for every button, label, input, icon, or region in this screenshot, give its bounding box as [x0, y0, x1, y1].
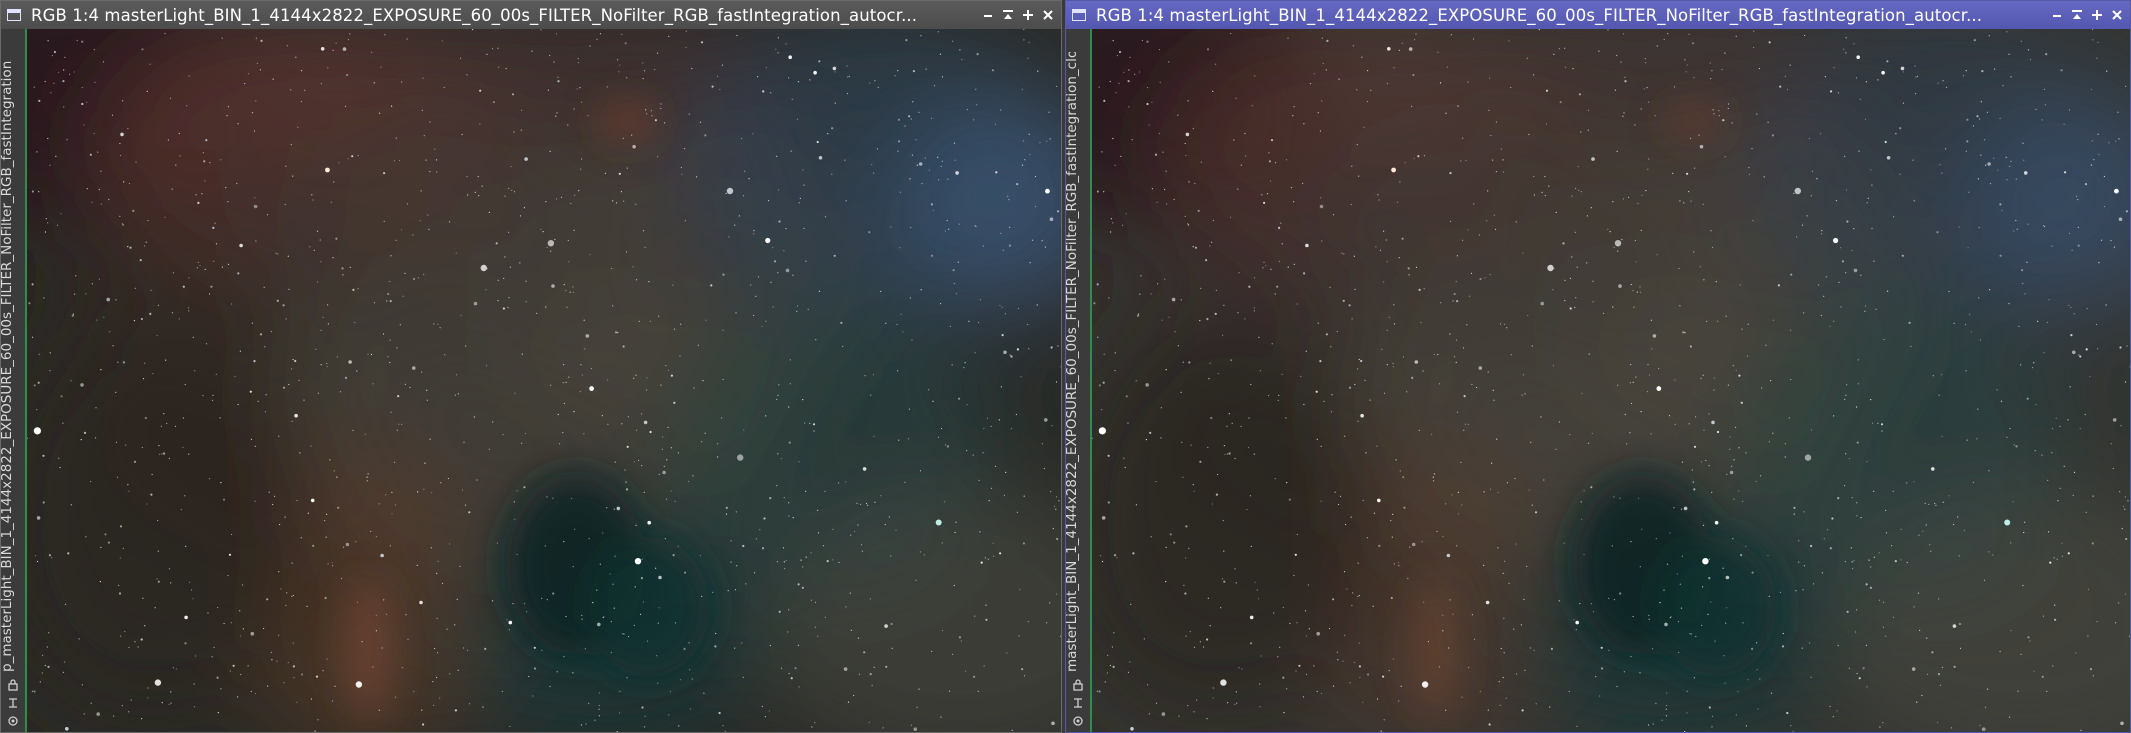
lock-icon[interactable]: [1070, 678, 1086, 692]
astro-image-view[interactable]: [27, 29, 1061, 732]
settings-icon[interactable]: [5, 714, 21, 728]
shade-icon[interactable]: [1001, 7, 1015, 23]
window-titlebar[interactable]: RGB 1:4 masterLight_BIN_1_4144x2822_EXPO…: [1, 1, 1061, 29]
window-title: RGB 1:4 masterLight_BIN_1_4144x2822_EXPO…: [31, 5, 918, 25]
image-identifier-label: masterLight_BIN_1_4144x2822_EXPOSURE_60_…: [1066, 52, 1079, 672]
tool-icon[interactable]: [5, 696, 21, 710]
window-icon: [7, 9, 21, 21]
tool-icon[interactable]: [1070, 696, 1086, 710]
image-identifier-label: p_masterLight_BIN_1_4144x2822_EXPOSURE_6…: [1, 60, 14, 672]
maximize-icon[interactable]: [1021, 7, 1035, 23]
window-title: RGB 1:4 masterLight_BIN_1_4144x2822_EXPO…: [1096, 5, 1983, 25]
image-side-panel: masterLight_BIN_1_4144x2822_EXPOSURE_60_…: [1066, 29, 1092, 732]
nebula-image: [27, 29, 1061, 732]
settings-icon[interactable]: [1070, 714, 1086, 728]
image-side-panel: p_masterLight_BIN_1_4144x2822_EXPOSURE_6…: [1, 29, 27, 732]
nebula-image: [1092, 29, 2130, 732]
minimize-icon[interactable]: [2050, 7, 2064, 23]
lock-icon[interactable]: [5, 678, 21, 692]
shade-icon[interactable]: [2070, 7, 2084, 23]
minimize-icon[interactable]: [981, 7, 995, 23]
window-titlebar[interactable]: RGB 1:4 masterLight_BIN_1_4144x2822_EXPO…: [1066, 1, 2130, 29]
window-icon: [1072, 9, 1086, 21]
image-window-left[interactable]: RGB 1:4 masterLight_BIN_1_4144x2822_EXPO…: [0, 0, 1062, 733]
close-icon[interactable]: [1041, 7, 1055, 23]
close-icon[interactable]: [2110, 7, 2124, 23]
workspace: RGB 1:4 masterLight_BIN_1_4144x2822_EXPO…: [0, 0, 2131, 733]
maximize-icon[interactable]: [2090, 7, 2104, 23]
image-window-right[interactable]: RGB 1:4 masterLight_BIN_1_4144x2822_EXPO…: [1065, 0, 2131, 733]
astro-image-view[interactable]: [1092, 29, 2130, 732]
